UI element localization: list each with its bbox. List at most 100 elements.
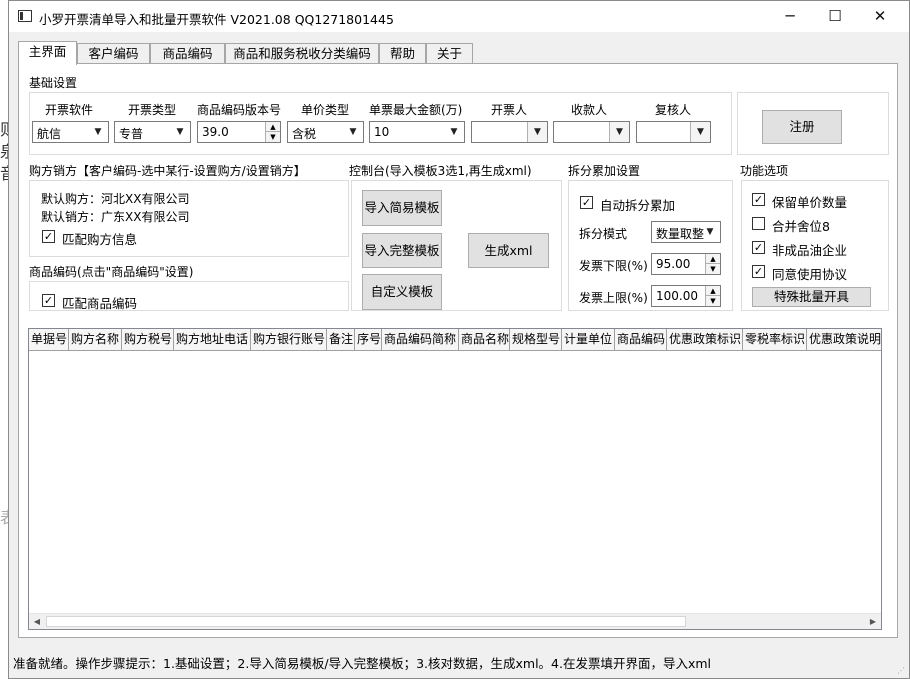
column-header[interactable]: 购方地址电话	[174, 329, 251, 351]
invoice-type-value: 专普	[119, 127, 144, 141]
default-seller-text: 默认销方：广东XX有限公司	[41, 210, 190, 224]
checkbox-check-icon: ✓	[752, 193, 765, 206]
tab-customer-code[interactable]: 客户编码	[77, 43, 150, 64]
dropdown-icon: ▼	[706, 227, 714, 237]
status-text: 准备就绪。操作步骤提示：1.基础设置；2.导入简易模板/导入完整模板；3.核对数…	[13, 656, 712, 671]
split-mode-select[interactable]: 数量取整 ▼	[651, 221, 721, 243]
checkbox-unchecked	[752, 217, 765, 230]
column-header[interactable]: 零税率标识	[743, 329, 807, 351]
non-refined-oil-label: 非成品油企业	[772, 243, 848, 258]
keep-unit-price-label: 保留单价数量	[772, 195, 848, 210]
agree-terms-label: 同意使用协议	[772, 267, 848, 282]
code-version-value: 39.0	[202, 125, 229, 139]
payee-label: 收款人	[571, 103, 608, 117]
column-header[interactable]: 规格型号	[510, 329, 562, 351]
match-product-label: 匹配商品编码	[62, 296, 138, 311]
column-header[interactable]: 商品名称	[459, 329, 510, 351]
custom-template-button[interactable]: 自定义模板	[362, 274, 442, 310]
import-full-template-button[interactable]: 导入完整模板	[362, 233, 442, 268]
console-title: 控制台(导入模板3选1,再生成xml)	[349, 164, 532, 178]
spin-down-icon[interactable]: ▼	[706, 296, 720, 306]
column-header[interactable]: 优惠政策标识	[667, 329, 743, 351]
maximize-button[interactable]: ☐	[812, 1, 858, 32]
reviewer-select[interactable]: ▼	[636, 121, 711, 143]
dropdown-icon: ▼	[349, 127, 357, 137]
generate-xml-button[interactable]: 生成xml	[468, 233, 549, 268]
code-version-spinner[interactable]: 39.0 ▲ ▼	[197, 121, 281, 143]
app-icon	[18, 10, 32, 22]
register-button[interactable]: 注册	[762, 110, 842, 144]
buyer-seller-title: 购方销方【客户编码-选中某行-设置购方/设置销方】	[29, 164, 306, 178]
checkbox-check-icon: ✓	[752, 241, 765, 254]
tab-tax-classification-code[interactable]: 商品和服务税收分类编码	[225, 43, 379, 64]
unit-price-type-label: 单价类型	[301, 103, 350, 117]
column-header[interactable]: 备注	[327, 329, 355, 351]
dropdown-icon: ▼	[94, 127, 102, 137]
invoice-lower-limit-label: 发票下限(%)	[579, 259, 648, 273]
invoice-type-select[interactable]: 专普 ▼	[114, 121, 191, 143]
spin-up-icon[interactable]: ▲	[266, 122, 280, 132]
issuer-select[interactable]: ▼	[471, 121, 548, 143]
column-header[interactable]: 购方税号	[122, 329, 174, 351]
invoice-lower-limit-value: 95.00	[656, 257, 691, 271]
merge-rounding-label: 合并舍位8	[772, 219, 830, 234]
checkbox-check-icon: ✓	[752, 265, 765, 278]
close-button[interactable]: ✕	[857, 1, 903, 32]
spin-up-icon[interactable]: ▲	[706, 254, 720, 264]
data-grid[interactable]: 单据号 购方名称 购方税号 购方地址电话 购方银行账号 备注 序号 商品编码简称…	[28, 328, 882, 630]
column-header[interactable]: 单据号	[29, 329, 69, 351]
tab-product-code[interactable]: 商品编码	[150, 43, 225, 64]
invoice-type-label: 开票类型	[128, 103, 177, 117]
dropdown-icon[interactable]: ▼	[527, 122, 547, 142]
split-mode-label: 拆分模式	[579, 227, 628, 241]
scroll-left-icon[interactable]: ◀	[29, 614, 45, 629]
invoice-upper-limit-value: 100.00	[656, 289, 698, 303]
reviewer-label: 复核人	[655, 103, 692, 117]
column-header[interactable]: 商品编码简称	[382, 329, 459, 351]
column-header[interactable]: 购方银行账号	[251, 329, 327, 351]
invoice-software-select[interactable]: 航信 ▼	[32, 121, 109, 143]
dropdown-icon: ▼	[450, 127, 458, 137]
column-header[interactable]: 商品编码	[615, 329, 667, 351]
checkbox-check-icon: ✓	[580, 196, 593, 209]
horizontal-scrollbar[interactable]: ◀ ▶	[29, 613, 881, 629]
special-batch-issue-button[interactable]: 特殊批量开具	[752, 287, 871, 307]
resize-grip[interactable]: ⋰	[897, 666, 907, 676]
tab-main[interactable]: 主界面	[18, 41, 77, 65]
code-version-label: 商品编码版本号	[197, 103, 282, 117]
invoice-software-value: 航信	[37, 127, 62, 141]
spin-down-icon[interactable]: ▼	[706, 264, 720, 274]
unit-price-type-select[interactable]: 含税 ▼	[287, 121, 364, 143]
title-bar[interactable]: 小罗开票清单导入和批量开票软件 V2021.08 QQ1271801445 ─ …	[9, 1, 909, 32]
issuer-label: 开票人	[491, 103, 528, 117]
column-header[interactable]: 购方名称	[69, 329, 122, 351]
dropdown-icon: ▼	[176, 127, 184, 137]
invoice-upper-limit-spinner[interactable]: 100.00 ▲ ▼	[651, 285, 721, 307]
invoice-software-label: 开票软件	[45, 103, 94, 117]
match-buyer-label: 匹配购方信息	[62, 232, 138, 247]
spin-up-icon[interactable]: ▲	[706, 286, 720, 296]
invoice-upper-limit-label: 发票上限(%)	[579, 291, 648, 305]
tab-about[interactable]: 关于	[426, 43, 473, 64]
column-header[interactable]: 序号	[355, 329, 382, 351]
invoice-lower-limit-spinner[interactable]: 95.00 ▲ ▼	[651, 253, 721, 275]
max-amount-select[interactable]: 10 ▼	[369, 121, 465, 143]
column-header[interactable]: 计量单位	[562, 329, 615, 351]
scroll-right-icon[interactable]: ▶	[865, 614, 881, 629]
column-header[interactable]: 优惠政策说明	[807, 329, 881, 351]
max-amount-value: 10	[374, 125, 390, 139]
minimize-button[interactable]: ─	[767, 1, 813, 32]
split-settings-title: 拆分累加设置	[568, 164, 641, 178]
scrollbar-thumb[interactable]	[46, 616, 686, 627]
feature-options-title: 功能选项	[740, 164, 789, 178]
split-mode-value: 数量取整	[656, 227, 704, 241]
auto-split-label: 自动拆分累加	[600, 198, 676, 213]
spin-down-icon[interactable]: ▼	[266, 132, 280, 142]
payee-select[interactable]: ▼	[553, 121, 630, 143]
dropdown-icon[interactable]: ▼	[690, 122, 710, 142]
basic-settings-title: 基础设置	[29, 76, 78, 90]
dropdown-icon[interactable]: ▼	[609, 122, 629, 142]
checkbox-check-icon: ✓	[42, 294, 55, 307]
tab-help[interactable]: 帮助	[379, 43, 426, 64]
import-simple-template-button[interactable]: 导入简易模板	[362, 190, 442, 226]
